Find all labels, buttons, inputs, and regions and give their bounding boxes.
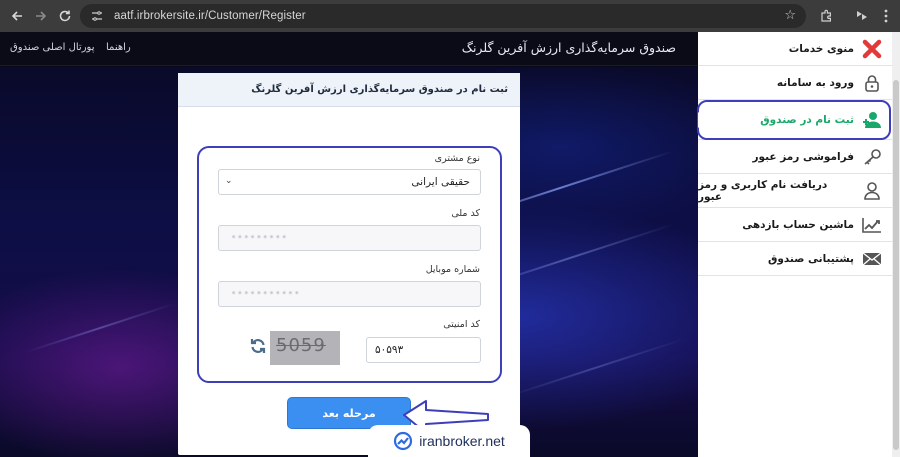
help-link[interactable]: راهنما <box>106 42 131 53</box>
watermark: iranbroker.net <box>368 425 530 457</box>
captcha-image-text: 5059 <box>276 335 326 356</box>
customer-type-value: حقیقی ایرانی <box>411 176 470 188</box>
captcha-label: کد امنیتی <box>443 319 480 330</box>
scrollbar-thumb[interactable] <box>893 80 899 450</box>
page-content: صندوق سرمایه‌گذاری ارزش آفرین گلرنگ راهن… <box>0 32 698 457</box>
card-title: ثبت نام در صندوق سرمایه‌گذاری ارزش آفرین… <box>251 84 508 95</box>
sidebar-scrollbar[interactable] <box>892 32 900 457</box>
chevron-down-icon: ⌄ <box>225 176 233 186</box>
url-text: aatf.irbrokersite.ir/Customer/Register <box>114 10 306 22</box>
customer-type-label: نوع مشتری <box>434 153 480 164</box>
main-portal-link[interactable]: پورتال اصلی صندوق <box>10 42 95 53</box>
browser-toolbar: aatf.irbrokersite.ir/Customer/Register ☆ <box>0 0 900 32</box>
reload-icon <box>59 10 71 22</box>
address-bar[interactable]: aatf.irbrokersite.ir/Customer/Register ☆ <box>80 4 806 28</box>
customer-type-select[interactable]: ⌄ حقیقی ایرانی <box>218 169 481 195</box>
captcha-refresh-icon[interactable] <box>248 336 268 356</box>
sidebar-item-support[interactable]: پشتیبانی صندوق <box>698 242 892 276</box>
reload-button[interactable] <box>54 5 76 27</box>
sidebar-item-label: ورود به سامانه <box>776 76 854 89</box>
sidebar-item-label: ماشین حساب بازدهی <box>742 218 854 231</box>
sidebar-item-label: فراموشی رمز عبور <box>752 150 854 163</box>
user-icon <box>862 181 882 201</box>
sidebar-item-label: دریافت نام کاربری و رمز عبور <box>698 178 828 203</box>
active-item-pointer <box>698 112 707 128</box>
card-header: ثبت نام در صندوق سرمایه‌گذاری ارزش آفرین… <box>178 73 520 107</box>
lock-icon <box>862 73 882 93</box>
sidebar-item-services-menu[interactable]: منوی خدمات <box>698 32 892 66</box>
next-step-button[interactable]: مرحله بعد <box>288 398 410 428</box>
extensions-icon[interactable] <box>816 6 836 26</box>
site-header: صندوق سرمایه‌گذاری ارزش آفرین گلرنگ راهن… <box>0 32 698 66</box>
sidebar-item-login[interactable]: ورود به سامانه <box>698 66 892 100</box>
mobile-field[interactable]: ••••••••••• <box>218 281 481 307</box>
sidebar-item-label: پشتیبانی صندوق <box>767 252 854 265</box>
captcha-input-value: ۵۰۵۹۳ <box>375 344 404 356</box>
key-icon <box>862 147 882 167</box>
national-code-label: کد ملی <box>451 208 480 219</box>
sidebar-item-get-credentials[interactable]: دریافت نام کاربری و رمز عبور <box>698 174 892 208</box>
close-x-icon[interactable] <box>862 39 882 59</box>
services-sidebar: منوی خدمات ورود به سامانه ثبت نام در صند… <box>698 32 892 457</box>
watermark-logo-icon <box>394 431 413 451</box>
captcha-input[interactable]: ۵۰۵۹۳ <box>366 337 481 363</box>
mobile-label: شماره موبایل <box>425 264 480 275</box>
back-button[interactable] <box>6 5 28 27</box>
register-highlight-ring <box>697 100 891 140</box>
site-settings-icon[interactable] <box>88 7 106 25</box>
bookmark-star-icon[interactable]: ☆ <box>784 8 796 23</box>
chart-icon <box>862 215 882 235</box>
national-code-field[interactable]: ••••••••• <box>218 225 481 251</box>
sidebar-item-label: منوی خدمات <box>788 42 854 55</box>
national-code-value: ••••••••• <box>231 233 288 243</box>
envelope-icon <box>862 249 882 269</box>
profile-icon[interactable] <box>852 6 872 26</box>
captcha-image: 5059 <box>270 331 340 365</box>
arrow-left-icon <box>11 11 22 21</box>
sidebar-item-return-calculator[interactable]: ماشین حساب بازدهی <box>698 208 892 242</box>
watermark-text: iranbroker.net <box>419 433 505 449</box>
browser-menu-icon[interactable] <box>876 6 896 26</box>
arrow-right-icon <box>36 11 47 21</box>
forward-button[interactable] <box>30 5 52 27</box>
site-title: صندوق سرمایه‌گذاری ارزش آفرین گلرنگ <box>461 40 676 55</box>
sidebar-item-forgot-password[interactable]: فراموشی رمز عبور <box>698 140 892 174</box>
mobile-value: ••••••••••• <box>231 289 301 299</box>
